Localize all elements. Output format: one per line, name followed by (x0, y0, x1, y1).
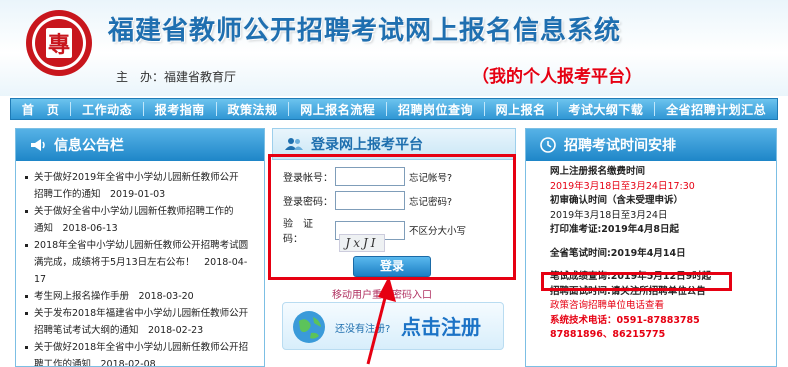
password-input[interactable] (335, 191, 405, 210)
nav-exam-guide[interactable]: 报考指南 (144, 101, 216, 118)
nav-position-query[interactable]: 招聘岗位查询 (387, 101, 484, 118)
notice-item[interactable]: 关于做好全省中小学幼儿园新任教师招聘工作的 通知 2018-06-13 (24, 203, 258, 237)
score-query-highlight (541, 272, 732, 291)
schedule-panel: 招聘考试时间安排 网上注册报名缴费时间 2019年3月18日至3月24日17:3… (525, 128, 777, 367)
education-department-emblem: 專 (26, 10, 92, 76)
notice-line: 考生网上报名操作手册 2018-03-20 (34, 291, 194, 302)
schedule-line: 2019年3月18日至3月24日17:30 (550, 180, 695, 192)
notice-item[interactable]: 关于做好2018年全省中小学幼儿园新任教师公开招 聘工作的通知 2018-02-… (24, 339, 258, 367)
account-row: 登录帐号： 忘记帐号? (283, 167, 452, 186)
clock-icon (540, 137, 556, 153)
nav-syllabus-download[interactable]: 考试大纲下载 (558, 101, 655, 118)
schedule-line: 系统技术电话：0591-87883785 (550, 314, 700, 326)
login-panel-title: 登录网上报考平台 (311, 137, 423, 153)
login-form-highlight: 登录帐号： 忘记帐号? 登录密码： 忘记密码? 验 证 码： 不区分大小写 Jx… (268, 154, 516, 280)
megaphone-icon (30, 138, 46, 152)
schedule-line: 网上注册报名缴费时间 (550, 166, 646, 177)
account-label: 登录帐号： (283, 173, 333, 184)
nav-registration-process[interactable]: 网上报名流程 (289, 101, 386, 118)
users-icon (285, 137, 303, 151)
captcha-hint: 不区分大小写 (409, 226, 467, 237)
schedule-line: 全省笔试时间:2019年4月14日 (550, 247, 686, 259)
forgot-account-link[interactable]: 忘记帐号? (409, 170, 452, 184)
notice-item[interactable]: 关于做好2019年全省中小学幼儿园新任教师公开 招聘工作的通知 2019-01-… (24, 169, 258, 203)
schedule-panel-header: 招聘考试时间安排 (526, 129, 776, 161)
notice-item[interactable]: 2018年全省中小学幼儿园新任教师公开招聘考试圆 满完成，成绩将于5月13日左右… (24, 237, 258, 288)
svg-text:專: 專 (48, 32, 70, 58)
password-label: 登录密码： (283, 197, 333, 208)
notice-line: 关于做好2019年全省中小学幼儿园新任教师公开 (34, 172, 239, 183)
my-platform-title: （我的个人报考平台） (472, 67, 642, 87)
notice-line: 招聘工作的通知 2019-01-03 (34, 189, 166, 200)
register-button[interactable]: 点击注册 (401, 311, 481, 340)
notice-item[interactable]: 考生网上报名操作手册 2018-03-20 (24, 288, 258, 305)
notice-item[interactable]: 关于发布2018年福建省中小学幼儿园新任教师公开 招聘笔试考试大纲的通知 201… (24, 305, 258, 339)
account-input[interactable] (335, 167, 405, 186)
notice-line: 聘工作的通知 2018-02-08 (34, 359, 156, 367)
captcha-label: 验 证 码： (283, 219, 323, 245)
schedule-list: 网上注册报名缴费时间 2019年3月18日至3月24日17:30 初审确认时间（… (526, 161, 776, 343)
site-header: 專 福建省教师公开招聘考试网上报名信息系统 主 办：福建省教育厅 （我的个人报考… (0, 0, 788, 96)
nav-policies[interactable]: 政策法规 (217, 101, 289, 118)
schedule-spacer (550, 261, 776, 270)
notice-line: 关于做好2018年全省中小学幼儿园新任教师公开招 (34, 342, 249, 353)
notice-line: 2018年全省中小学幼儿园新任教师公开招聘考试圆 (34, 240, 249, 251)
site-title: 福建省教师公开招聘考试网上报名信息系统 (108, 16, 622, 46)
schedule-line: 打印准考证:2019年4月8日起 (550, 224, 679, 235)
password-row: 登录密码： 忘记密码? (283, 191, 452, 210)
schedule-line: 2019年3月18日至3月24日 (550, 209, 668, 221)
schedule-line: 初审确认时间（含未受理申诉） (550, 195, 684, 206)
main-nav: 首 页 工作动态 报考指南 政策法规 网上报名流程 招聘岗位查询 网上报名 考试… (10, 98, 778, 120)
notice-line: 关于发布2018年福建省中小学幼儿园新任教师公开 (34, 308, 249, 319)
sponsor-text: 主 办：福建省教育厅 (116, 70, 237, 84)
schedule-line: 政策咨询招聘单位电话查看 (550, 300, 665, 311)
notice-panel-header: 信息公告栏 (16, 129, 264, 161)
schedule-panel-title: 招聘考试时间安排 (564, 138, 676, 154)
notice-line: 招聘笔试考试大纲的通知 2018-02-23 (34, 325, 204, 336)
schedule-line: 87881896、86215775 (550, 329, 666, 340)
nav-home[interactable]: 首 页 (11, 101, 70, 118)
nav-online-registration[interactable]: 网上报名 (485, 101, 557, 118)
schedule-spacer (550, 238, 776, 247)
nav-work-news[interactable]: 工作动态 (71, 101, 143, 118)
notice-list: 关于做好2019年全省中小学幼儿园新任教师公开 招聘工作的通知 2019-01-… (16, 161, 264, 367)
pointer-arrow-icon (366, 276, 396, 365)
captcha-image[interactable]: JxJI (339, 234, 385, 252)
nav-recruitment-plan[interactable]: 全省招聘计划汇总 (655, 101, 777, 118)
notice-line: 满完成，成绩将于5月13日左右公布！ 2018-04-17 (34, 257, 248, 285)
globe-icon (293, 311, 325, 343)
notice-line: 通知 2018-06-13 (34, 223, 118, 234)
notice-panel: 信息公告栏 关于做好2019年全省中小学幼儿园新任教师公开 招聘工作的通知 20… (15, 128, 265, 367)
notice-line: 关于做好全省中小学幼儿园新任教师招聘工作的 (34, 206, 234, 217)
notice-panel-title: 信息公告栏 (54, 138, 124, 154)
forgot-password-link[interactable]: 忘记密码? (409, 194, 452, 208)
